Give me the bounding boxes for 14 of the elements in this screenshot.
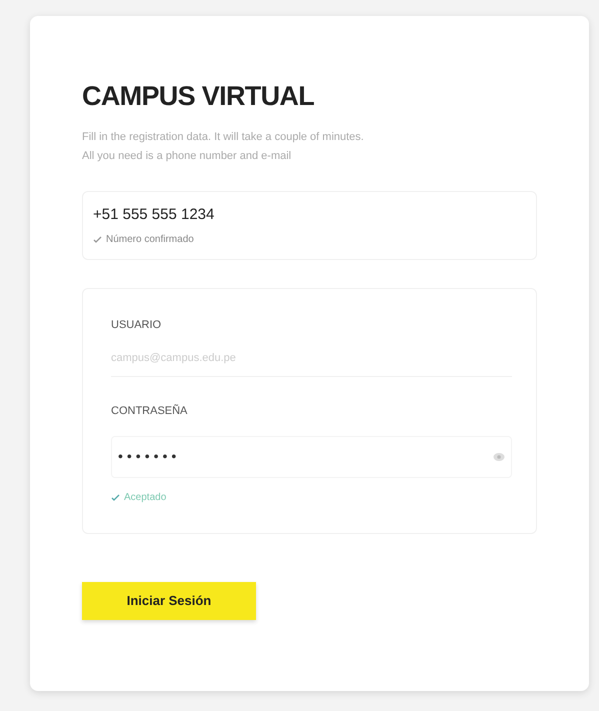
password-status: Aceptado: [124, 490, 166, 504]
password-field[interactable]: •••••••: [111, 436, 512, 478]
password-dots: •••••••: [118, 448, 180, 464]
phone-status: Número confirmado: [106, 233, 194, 247]
field-label: USUARIO: [111, 318, 162, 333]
login-button[interactable]: Iniciar Sesión: [82, 582, 256, 620]
page-title: CAMPUS VIRTUAL: [82, 80, 314, 113]
subtitle-text: Fill in the registration data. It will take a couple of minutes.: [82, 130, 364, 144]
eye-icon[interactable]: [493, 452, 505, 462]
check-icon: [111, 494, 120, 500]
field-label: CONTRASEÑA: [111, 403, 188, 419]
check-icon: [93, 236, 102, 243]
phone-number: +51 555 555 1234: [93, 204, 214, 224]
subtitle-text: All you need is a phone number and e-mail: [82, 149, 292, 164]
